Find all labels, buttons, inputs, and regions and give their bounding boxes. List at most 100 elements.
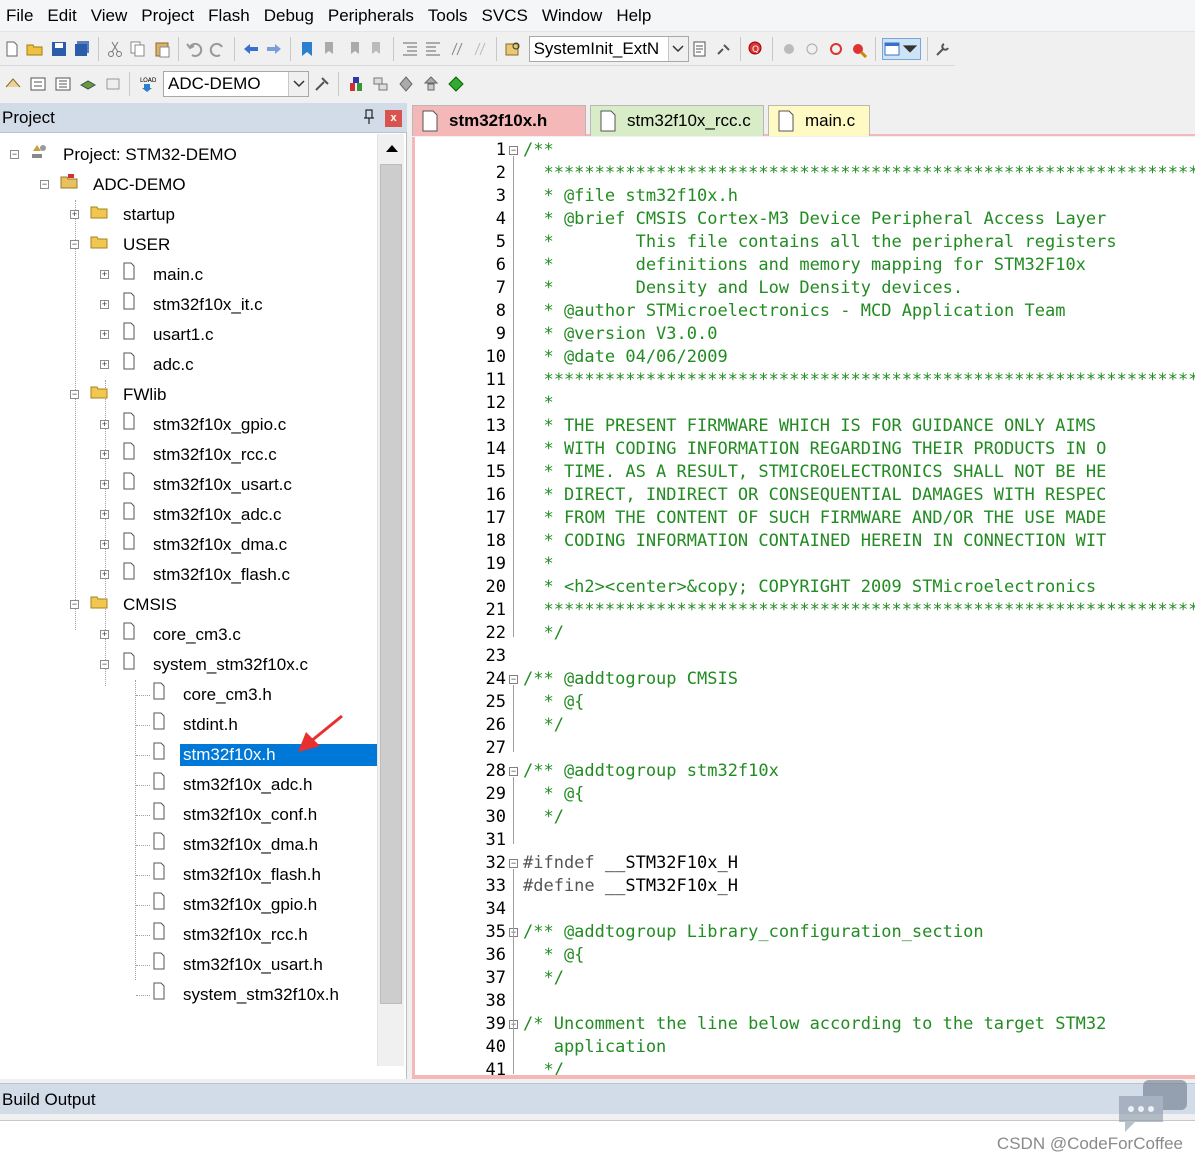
tree-item-label[interactable]: stm32f10x_gpio.c <box>150 414 289 436</box>
tree-group[interactable]: + startup <box>0 200 377 230</box>
stop-build-icon[interactable] <box>102 73 124 95</box>
tree-file[interactable]: stm32f10x_rcc.h <box>0 920 377 950</box>
code-line[interactable]: /** @addtogroup Library_configuration_se… <box>523 921 984 944</box>
tree-file[interactable]: stm32f10x_gpio.h <box>0 890 377 920</box>
menu-file[interactable]: File <box>0 0 41 32</box>
code-line[interactable]: ****************************************… <box>523 599 1195 622</box>
tree-file[interactable]: + stm32f10x_rcc.c <box>0 440 377 470</box>
tree-group[interactable]: − USER <box>0 230 377 260</box>
code-line[interactable]: ****************************************… <box>523 162 1195 185</box>
tree-item-label[interactable]: system_stm32f10x.c <box>150 654 311 676</box>
collapse-icon[interactable]: − <box>40 180 49 189</box>
tree-item-label[interactable]: stdint.h <box>180 714 241 736</box>
expand-icon[interactable]: + <box>100 480 109 489</box>
code-line[interactable]: /* Uncomment the line below according to… <box>523 1013 1106 1036</box>
expand-icon[interactable]: + <box>100 330 109 339</box>
code-line[interactable]: */ <box>523 1059 563 1075</box>
code-line[interactable]: application <box>523 1036 667 1059</box>
cut-icon[interactable] <box>105 38 126 60</box>
code-line[interactable]: /** <box>523 139 554 162</box>
expand-icon[interactable]: + <box>100 450 109 459</box>
code-line[interactable]: * FROM THE CONTENT OF SUCH FIRMWARE AND/… <box>523 507 1106 530</box>
code-line[interactable]: */ <box>523 967 563 990</box>
tree-item-label[interactable]: stm32f10x_gpio.h <box>180 894 320 916</box>
tree-item-label[interactable]: ADC-DEMO <box>90 174 189 196</box>
code-line[interactable]: * @file stm32f10x.h <box>523 185 737 208</box>
clear-bookmarks-icon[interactable] <box>367 38 388 60</box>
tree-file[interactable]: + stm32f10x_flash.c <box>0 560 377 590</box>
tree-item-label[interactable]: core_cm3.c <box>150 624 244 646</box>
download-load-icon[interactable]: LOAD <box>136 73 158 95</box>
menu-project[interactable]: Project <box>135 0 202 32</box>
run-time-environment-icon[interactable] <box>445 73 467 95</box>
code-line[interactable]: * @author STMicroelectronics - MCD Appli… <box>523 300 1065 323</box>
open-folder-icon[interactable] <box>25 38 46 60</box>
prev-bookmark-icon[interactable] <box>320 38 341 60</box>
translate-icon[interactable] <box>2 73 24 95</box>
tree-item-label[interactable]: stm32f10x_usart.c <box>150 474 295 496</box>
indent-icon[interactable] <box>399 38 420 60</box>
menu-view[interactable]: View <box>85 0 136 32</box>
tree-group[interactable]: − FWlib <box>0 380 377 410</box>
tree-item-label[interactable]: stm32f10x_rcc.c <box>150 444 280 466</box>
code-line[interactable]: */ <box>523 806 563 829</box>
tree-file[interactable]: core_cm3.h <box>0 680 377 710</box>
collapse-icon[interactable]: − <box>100 660 109 669</box>
tree-item-label[interactable]: stm32f10x_conf.h <box>180 804 320 826</box>
expand-icon[interactable]: + <box>100 540 109 549</box>
tree-item-label[interactable]: stm32f10x_dma.c <box>150 534 290 556</box>
tree-group[interactable]: − CMSIS <box>0 590 377 620</box>
comment-icon[interactable] <box>446 38 467 60</box>
code-line[interactable]: * <box>523 553 553 576</box>
code-line[interactable]: * definitions and memory mapping for STM… <box>523 254 1085 277</box>
scroll-up-icon[interactable] <box>385 144 399 153</box>
file-extensions-icon[interactable] <box>370 73 392 95</box>
menu-edit[interactable]: Edit <box>41 0 84 32</box>
build-icon[interactable] <box>27 73 49 95</box>
tree-item-label[interactable]: stm32f10x_it.c <box>150 294 266 316</box>
code-line[interactable]: * WITH CODING INFORMATION REGARDING THEI… <box>523 438 1106 461</box>
code-line[interactable]: * Density and Low Density devices. <box>523 277 963 300</box>
redo-icon[interactable] <box>208 38 229 60</box>
target-combo[interactable]: ADC-DEMO <box>163 71 309 97</box>
chevron-down-icon[interactable] <box>288 72 308 96</box>
collapse-icon[interactable]: − <box>70 390 79 399</box>
editor-tab[interactable]: main.c <box>768 105 870 136</box>
tree-item-label[interactable]: stm32f10x_dma.h <box>180 834 321 856</box>
code-line[interactable]: * @brief CMSIS Cortex-M3 Device Peripher… <box>523 208 1106 231</box>
tree-file[interactable]: stm32f10x_dma.h <box>0 830 377 860</box>
code-line[interactable]: /** @addtogroup stm32f10x <box>523 760 779 783</box>
tree-item-label[interactable]: startup <box>120 204 178 226</box>
fold-icon[interactable]: − <box>509 146 518 155</box>
close-icon[interactable]: x <box>385 110 402 127</box>
menu-tools[interactable]: Tools <box>422 0 476 32</box>
tree-item-label[interactable]: stm32f10x_rcc.h <box>180 924 311 946</box>
tree-item-label[interactable]: system_stm32f10x.h <box>180 984 342 1006</box>
code-line[interactable]: * THE PRESENT FIRMWARE WHICH IS FOR GUID… <box>523 415 1096 438</box>
kill-breakpoints-icon[interactable] <box>849 38 870 60</box>
pack-installer-icon[interactable] <box>395 73 417 95</box>
configure-icon[interactable] <box>933 38 954 60</box>
tree-file[interactable]: + stm32f10x_it.c <box>0 290 377 320</box>
breakpoint-icon[interactable] <box>779 38 800 60</box>
pin-icon[interactable] <box>362 109 378 127</box>
vertical-scrollbar[interactable] <box>377 134 404 1066</box>
expand-icon[interactable]: + <box>100 570 109 579</box>
tree-item-label[interactable]: CMSIS <box>120 594 180 616</box>
menu-debug[interactable]: Debug <box>258 0 322 32</box>
code-editor[interactable]: 1−2 3 4 5 6 7 8 9 10 11 12 13 14 15 16 17 18 19 20 21 22 23 24… <box>412 137 1195 1079</box>
copy-icon[interactable] <box>128 38 149 60</box>
bookmark-icon[interactable] <box>296 38 317 60</box>
code-line[interactable]: */ <box>523 714 563 737</box>
tree-file[interactable]: stm32f10x_usart.h <box>0 950 377 980</box>
expand-icon[interactable]: + <box>100 300 109 309</box>
save-icon[interactable] <box>49 38 70 60</box>
fold-icon[interactable]: − <box>509 675 518 684</box>
fold-icon[interactable]: − <box>509 767 518 776</box>
code-line[interactable]: * @{ <box>523 944 584 967</box>
tree-item-label[interactable]: main.c <box>150 264 206 286</box>
menu-help[interactable]: Help <box>610 0 659 32</box>
tree-file[interactable]: + stm32f10x_adc.c <box>0 500 377 530</box>
scrollbar-thumb[interactable] <box>380 164 402 1004</box>
menu-flash[interactable]: Flash <box>202 0 258 32</box>
